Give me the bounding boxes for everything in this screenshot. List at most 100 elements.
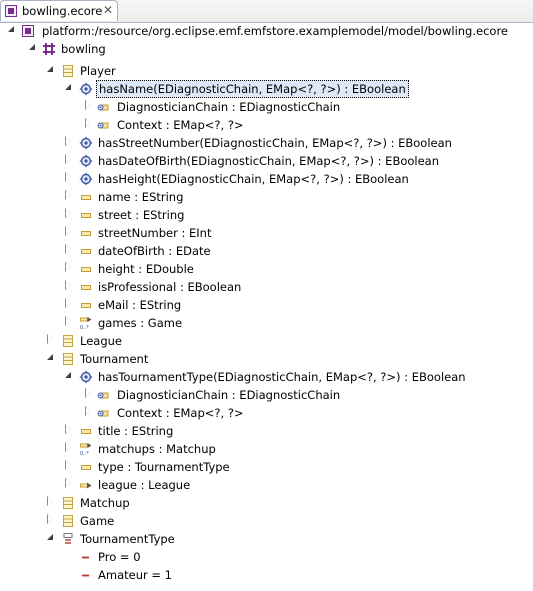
- tree-item-eMail[interactable]: eMail : EString: [0, 296, 533, 314]
- eclass-icon: [61, 514, 75, 528]
- tree-node-label: hasDateOfBirth(EDiagnosticChain, EMap<?,…: [98, 154, 440, 168]
- package-node-bowling[interactable]: bowling: [0, 40, 533, 58]
- expand-arrow-icon[interactable]: [64, 442, 74, 453]
- expand-arrow-icon[interactable]: [64, 478, 74, 489]
- tree-node-label: Context : EMap<?, ?>: [117, 118, 244, 132]
- tree-item-name[interactable]: name : EString: [0, 188, 533, 206]
- expand-arrow-icon[interactable]: [64, 244, 74, 255]
- tree-item-hasName[interactable]: hasName(EDiagnosticChain, EMap<?, ?>) : …: [0, 80, 533, 98]
- tree-item-streetNumber[interactable]: streetNumber : EInt: [0, 224, 533, 242]
- expand-arrow-icon[interactable]: [84, 100, 94, 111]
- tree-node-label: bowling: [61, 42, 106, 56]
- expand-arrow-icon[interactable]: [64, 298, 74, 309]
- expand-arrow-icon[interactable]: [64, 424, 74, 435]
- tree-item-htt-p1[interactable]: DiagnosticianChain : EDiagnosticChain: [0, 386, 533, 404]
- tree-item-hasHeight[interactable]: hasHeight(EDiagnosticChain, EMap<?, ?>) …: [0, 170, 533, 188]
- tree-item-leagueRef[interactable]: league : League: [0, 476, 533, 494]
- tree-item-pro[interactable]: Pro = 0: [0, 548, 533, 566]
- tree-item-matchup[interactable]: Matchup: [0, 494, 533, 512]
- expand-arrow-icon[interactable]: [64, 460, 74, 471]
- tree-node-label: Context : EMap<?, ?>: [117, 406, 244, 420]
- expand-arrow-icon[interactable]: [84, 388, 94, 399]
- expand-arrow-icon[interactable]: [64, 208, 74, 219]
- tree-node-label: street : EString: [98, 208, 185, 222]
- svg-text:0..*: 0..*: [80, 325, 89, 330]
- editor-tab-bar: bowling.ecore ✕: [0, 0, 533, 23]
- tree-node-label: Tournament: [80, 352, 149, 366]
- attribute-icon: [79, 244, 93, 258]
- package-icon: [42, 42, 56, 56]
- tree-item-dateOfBirth[interactable]: dateOfBirth : EDate: [0, 242, 533, 260]
- ecore-file-icon: [5, 5, 17, 17]
- tree-item-title[interactable]: title : EString: [0, 422, 533, 440]
- expand-arrow-icon[interactable]: [84, 406, 94, 417]
- tree-node-label: league : League: [98, 478, 191, 492]
- enum-literal-icon: [79, 568, 93, 582]
- tree-node-label: Amateur = 1: [98, 568, 172, 582]
- tree-node-label: streetNumber : EInt: [98, 226, 212, 240]
- expand-arrow-icon[interactable]: [64, 172, 74, 183]
- tree-item-tournamentType[interactable]: TournamentType: [0, 530, 533, 548]
- expand-arrow-icon[interactable]: [64, 280, 74, 291]
- tree-node-label: games : Game: [98, 316, 183, 330]
- tree-node-label: Pro = 0: [98, 550, 141, 564]
- tree-item-street[interactable]: street : EString: [0, 206, 533, 224]
- tab-bowling-ecore[interactable]: bowling.ecore ✕: [0, 0, 118, 21]
- tree-item-game[interactable]: Game: [0, 512, 533, 530]
- tree-item-amateur[interactable]: Amateur = 1: [0, 566, 533, 584]
- tree-item-htt-p2[interactable]: Context : EMap<?, ?>: [0, 404, 533, 422]
- collapse-arrow-icon[interactable]: [28, 43, 38, 53]
- resource-node[interactable]: platform:/resource/org.eclipse.emf.emfst…: [0, 22, 533, 40]
- ecore-tree: platform:/resource/org.eclipse.emf.emfst…: [0, 22, 533, 591]
- tree-item-matchups[interactable]: 0..* matchups : Matchup: [0, 440, 533, 458]
- tree-item-height[interactable]: height : EDouble: [0, 260, 533, 278]
- expand-arrow-icon[interactable]: [46, 334, 56, 345]
- collapse-arrow-icon[interactable]: [46, 533, 56, 543]
- operation-icon: [79, 82, 93, 96]
- operation-icon: [79, 136, 93, 150]
- tree-item-hasName-p2[interactable]: Context : EMap<?, ?>: [0, 116, 533, 134]
- collapse-arrow-icon[interactable]: [7, 25, 17, 35]
- attribute-icon: [79, 424, 93, 438]
- attribute-icon: [79, 226, 93, 240]
- expand-arrow-icon[interactable]: [64, 226, 74, 237]
- collapse-arrow-icon[interactable]: [64, 83, 74, 93]
- tree-node-label: hasTournamentType(EDiagnosticChain, EMap…: [98, 370, 466, 384]
- tree-item-league[interactable]: League: [0, 332, 533, 350]
- tree-item-hasTournamentType[interactable]: hasTournamentType(EDiagnosticChain, EMap…: [0, 368, 533, 386]
- tree-node-label: League: [80, 334, 122, 348]
- expand-arrow-icon[interactable]: [64, 154, 74, 165]
- expand-arrow-icon[interactable]: [64, 190, 74, 201]
- tree-node-label: matchups : Matchup: [98, 442, 216, 456]
- attribute-icon: [79, 280, 93, 294]
- tree-item-hasDateOfBirth[interactable]: hasDateOfBirth(EDiagnosticChain, EMap<?,…: [0, 152, 533, 170]
- tree-item-player[interactable]: Player: [0, 62, 533, 80]
- tree-node-label: eMail : EString: [98, 298, 182, 312]
- parameter-icon: [97, 406, 111, 420]
- tree-node-label: isProfessional : EBoolean: [98, 280, 242, 294]
- collapse-arrow-icon[interactable]: [46, 65, 56, 75]
- expand-arrow-icon[interactable]: [84, 118, 94, 129]
- enum-icon: [61, 532, 75, 546]
- close-icon[interactable]: ✕: [103, 3, 113, 17]
- tree-item-hasName-p1[interactable]: DiagnosticianChain : EDiagnosticChain: [0, 98, 533, 116]
- attribute-icon: [79, 262, 93, 276]
- expand-arrow-icon[interactable]: [46, 514, 56, 525]
- expand-arrow-icon[interactable]: [64, 262, 74, 273]
- tree-item-isProfessional[interactable]: isProfessional : EBoolean: [0, 278, 533, 296]
- tree-item-type[interactable]: type : TournamentType: [0, 458, 533, 476]
- expand-arrow-icon[interactable]: [46, 496, 56, 507]
- collapse-arrow-icon[interactable]: [64, 371, 74, 381]
- tree-item-games[interactable]: 0..* games : Game: [0, 314, 533, 332]
- collapse-arrow-icon[interactable]: [46, 353, 56, 363]
- expand-arrow-icon[interactable]: [64, 136, 74, 147]
- tree-item-tournament[interactable]: Tournament: [0, 350, 533, 368]
- operation-icon: [79, 154, 93, 168]
- svg-text:0..*: 0..*: [80, 451, 89, 456]
- tree-node-label: height : EDouble: [98, 262, 194, 276]
- operation-icon: [79, 172, 93, 186]
- tree-node-label: DiagnosticianChain : EDiagnosticChain: [117, 388, 341, 402]
- expand-arrow-icon[interactable]: [64, 316, 74, 327]
- tree-item-hasStreetNumber[interactable]: hasStreetNumber(EDiagnosticChain, EMap<?…: [0, 134, 533, 152]
- eclass-icon: [61, 334, 75, 348]
